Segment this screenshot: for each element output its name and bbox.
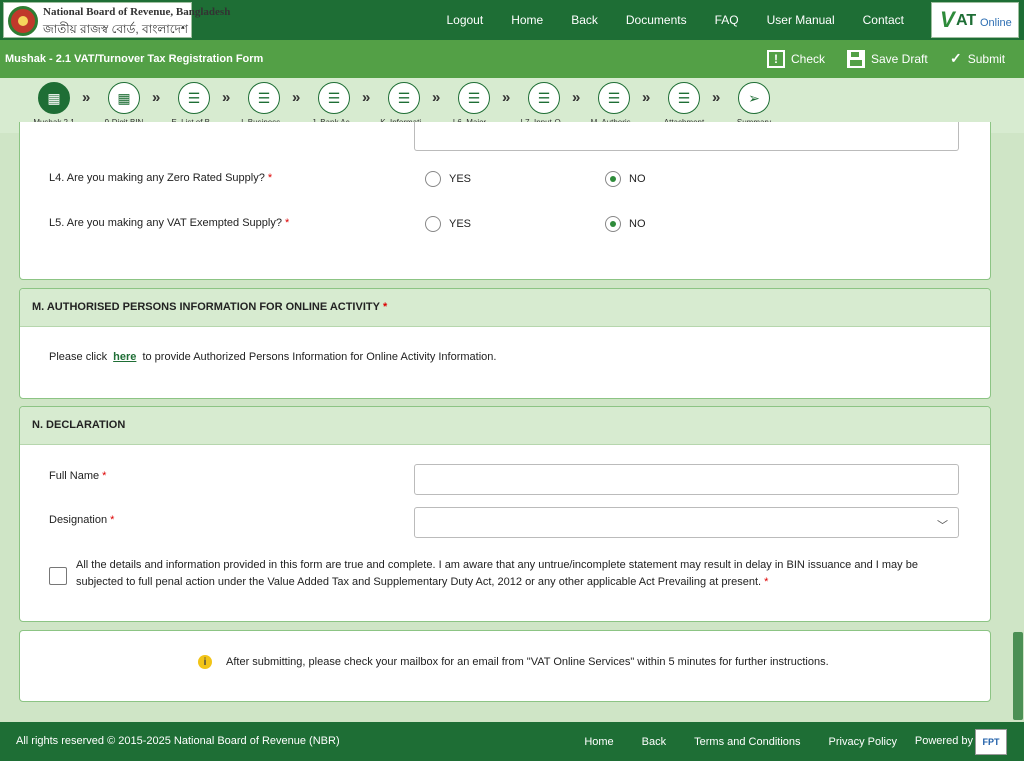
step-business[interactable]: ☰ I. Business... [229,82,299,127]
submission-notice: i After submitting, please check your ma… [198,655,829,669]
section-n-header: N. DECLARATION [20,407,990,445]
step-major[interactable]: ☰ L6. Major ... [439,82,509,127]
declaration-text: All the details and information provided… [76,559,918,588]
nav-faq[interactable]: FAQ [701,13,753,27]
radio-no-label: NO [629,173,646,185]
zero-rated-question: L4. Are you making any Zero Rated Supply… [49,172,273,184]
list-icon: ☰ [598,82,630,114]
vat-logo-online: Online [980,17,1012,29]
authorised-persons-instruction: Please click here to provide Authorized … [49,351,497,363]
chevron-down-icon: ﹀ [937,520,948,532]
calculator-icon: ▦ [38,82,70,114]
full-name-input[interactable] [414,464,959,495]
alert-icon: ! [767,50,785,68]
radio-no-label: NO [629,218,646,230]
submission-notice-card: i After submitting, please check your ma… [19,630,991,702]
footer-terms-link[interactable]: Terms and Conditions [680,736,814,748]
footer-back-link[interactable]: Back [628,736,680,748]
main-nav: Logout Home Back Documents FAQ User Manu… [432,0,918,40]
radio-circle-icon [605,216,621,232]
step-bank-account[interactable]: ☰ J. Bank Ac... [299,82,369,127]
list-icon: ☰ [248,82,280,114]
radio-circle-icon [425,171,441,187]
page-scrollbar-thumb[interactable] [1013,632,1023,720]
list-icon: ☰ [388,82,420,114]
section-m-header: M. AUTHORISED PERSONS INFORMATION FOR ON… [20,289,990,327]
step-authorised[interactable]: ☰ M. Authoris... [579,82,649,127]
submission-notice-text: After submitting, please check your mail… [226,656,829,668]
form-title: Mushak - 2.1 VAT/Turnover Tax Registrati… [5,53,264,65]
save-draft-button[interactable]: Save Draft [847,50,928,68]
nav-logout[interactable]: Logout [432,13,497,27]
step-attachment[interactable]: ☰ Attachment [649,82,719,127]
submit-label: Submit [967,51,1006,66]
list-icon: ☰ [178,82,210,114]
copyright-text: All rights reserved © 2015-2025 National… [16,735,340,747]
radio-yes-label: YES [449,173,472,185]
form-titlebar: Mushak - 2.1 VAT/Turnover Tax Registrati… [0,40,1024,78]
radio-circle-icon [425,216,441,232]
list-icon: ☰ [458,82,490,114]
footer-home-link[interactable]: Home [570,736,627,748]
top-navbar: National Board of Revenue, Bangladesh জা… [0,0,1024,40]
footer-privacy-link[interactable]: Privacy Policy [815,736,911,748]
nav-user-manual[interactable]: User Manual [753,13,849,27]
nav-documents[interactable]: Documents [612,13,701,27]
check-label: Check [791,52,826,66]
nav-contact[interactable]: Contact [849,13,918,27]
step-input-output[interactable]: ☰ L7. Input-O... [509,82,579,127]
vat-logo-v: V [940,7,955,32]
nbr-logo[interactable]: National Board of Revenue, Bangladesh জা… [3,2,230,38]
list-icon: ☰ [318,82,350,114]
section-n-card: N. DECLARATION Full Name * Designation * ﹀… [19,406,991,622]
declaration-checkbox[interactable] [49,567,67,585]
zero-rated-yes-radio[interactable]: YES [425,171,471,187]
vat-logo-at: AT [956,12,977,29]
step-list-of-branch[interactable]: ☰ E. List of B... [159,82,229,127]
vat-exempted-no-radio[interactable]: NO [605,216,646,232]
fpt-logo[interactable]: FPT [975,729,1007,755]
page-footer: All rights reserved © 2015-2025 National… [0,722,1024,761]
section-m-card: M. AUTHORISED PERSONS INFORMATION FOR ON… [19,288,991,399]
step-9-digit-bin[interactable]: ▦ 9-Digit BIN [89,82,159,127]
section-l-card: L4. Are you making any Zero Rated Supply… [19,122,991,280]
footer-links: Home Back Terms and Conditions Privacy P… [570,722,911,761]
previous-field-input[interactable] [414,122,959,151]
designation-label: Designation * [49,514,115,526]
designation-select[interactable]: ﹀ [414,507,959,538]
government-seal-icon [8,6,38,36]
radio-yes-label: YES [449,218,472,230]
vat-exempted-yes-radio[interactable]: YES [425,216,471,232]
radio-circle-icon [605,171,621,187]
zero-rated-no-radio[interactable]: NO [605,171,646,187]
authorised-persons-link[interactable]: here [113,351,136,363]
step-information[interactable]: ☰ K. Informati... [369,82,439,127]
check-button[interactable]: ! Check [767,50,825,68]
send-icon: ➢ [738,82,770,114]
vat-exempted-question: L5. Are you making any VAT Exempted Supp… [49,217,290,229]
full-name-label: Full Name * [49,470,107,482]
save-draft-label: Save Draft [871,52,928,66]
save-icon [847,50,865,68]
list-icon: ☰ [528,82,560,114]
powered-by-text: Powered by [914,735,973,747]
nav-back[interactable]: Back [557,13,612,27]
vat-online-logo[interactable]: V AT Online [931,2,1019,38]
org-name-bn: জাতীয় রাজস্ব বোর্ড, বাংলাদেশ [43,22,189,36]
list-icon: ☰ [668,82,700,114]
org-name-en: National Board of Revenue, Bangladesh [43,6,231,18]
nav-home[interactable]: Home [497,13,557,27]
submit-button[interactable]: ✓ Submit [950,50,1005,67]
checkmark-icon: ✓ [950,50,962,66]
info-icon: i [198,655,212,669]
calculator-icon: ▦ [108,82,140,114]
step-summary[interactable]: ➢ Summary [719,82,789,127]
